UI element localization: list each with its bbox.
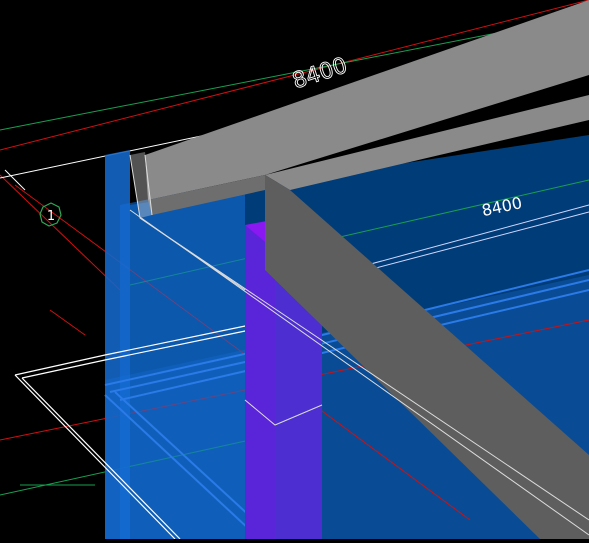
cad-3d-viewport[interactable]: 8400 8400 1 bbox=[0, 0, 589, 540]
grid-bubble-label: 1 bbox=[47, 209, 55, 224]
wall-left-inner bbox=[120, 180, 245, 539]
